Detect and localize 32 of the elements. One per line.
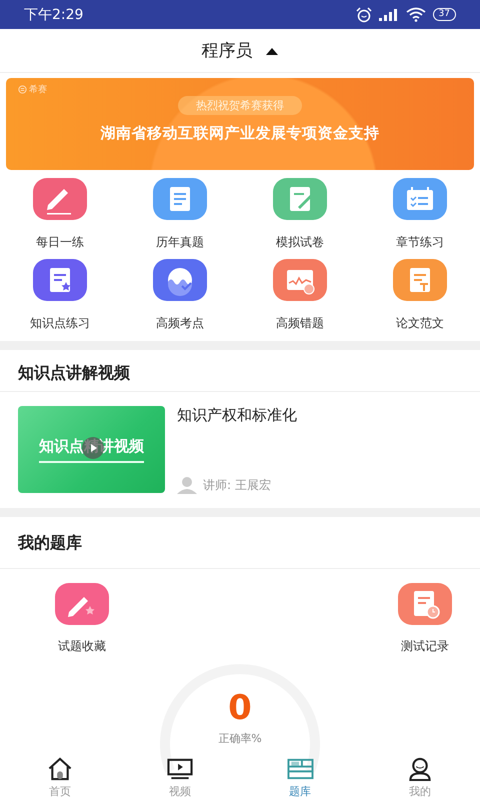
feature-label[interactable]: 历年真题 xyxy=(156,234,204,251)
logo-icon xyxy=(18,85,27,94)
section-title: 我的题库 xyxy=(0,517,480,569)
feature-label[interactable]: 高频错题 xyxy=(276,315,324,332)
wifi-icon xyxy=(406,7,426,22)
tv-icon xyxy=(166,756,194,781)
caret-icon[interactable] xyxy=(264,46,278,56)
signal-icon xyxy=(378,8,399,22)
banner-logo: 希赛 xyxy=(29,84,47,96)
feature-label[interactable]: 论文范文 xyxy=(396,315,444,332)
nav-tab[interactable]: 题库 xyxy=(240,752,360,800)
banner-tagline: 热烈祝贺希赛获得 xyxy=(178,96,302,115)
status-time: 下午2:29 xyxy=(24,6,84,24)
feature-label[interactable]: 高频考点 xyxy=(156,315,204,332)
alarm-icon xyxy=(356,6,372,22)
home-icon xyxy=(46,756,74,781)
lecturer-name: 讲师: 王展宏 xyxy=(203,476,271,494)
feature-label[interactable]: 每日一练 xyxy=(36,234,84,251)
score-label: 正确率% xyxy=(218,731,262,746)
header-title[interactable]: 程序员 xyxy=(202,39,252,62)
feature-label[interactable]: 模拟试卷 xyxy=(276,234,324,251)
book-icon xyxy=(286,756,314,781)
video-title[interactable]: 知识产权和标准化 xyxy=(177,406,462,425)
bank-label[interactable]: 试题收藏 xyxy=(58,638,106,655)
bank-label[interactable]: 测试记录 xyxy=(401,638,449,655)
feature-label[interactable]: 知识点练习 xyxy=(30,315,90,332)
score-value: 0 xyxy=(228,691,252,725)
feature-label[interactable]: 章节练习 xyxy=(396,234,444,251)
battery-icon: 37 xyxy=(432,8,456,21)
person-icon xyxy=(177,476,197,494)
section-title: 知识点讲解视频 xyxy=(0,350,480,392)
banner-headline: 湖南省移动互联网产业发展专项资金支持 xyxy=(100,124,380,143)
